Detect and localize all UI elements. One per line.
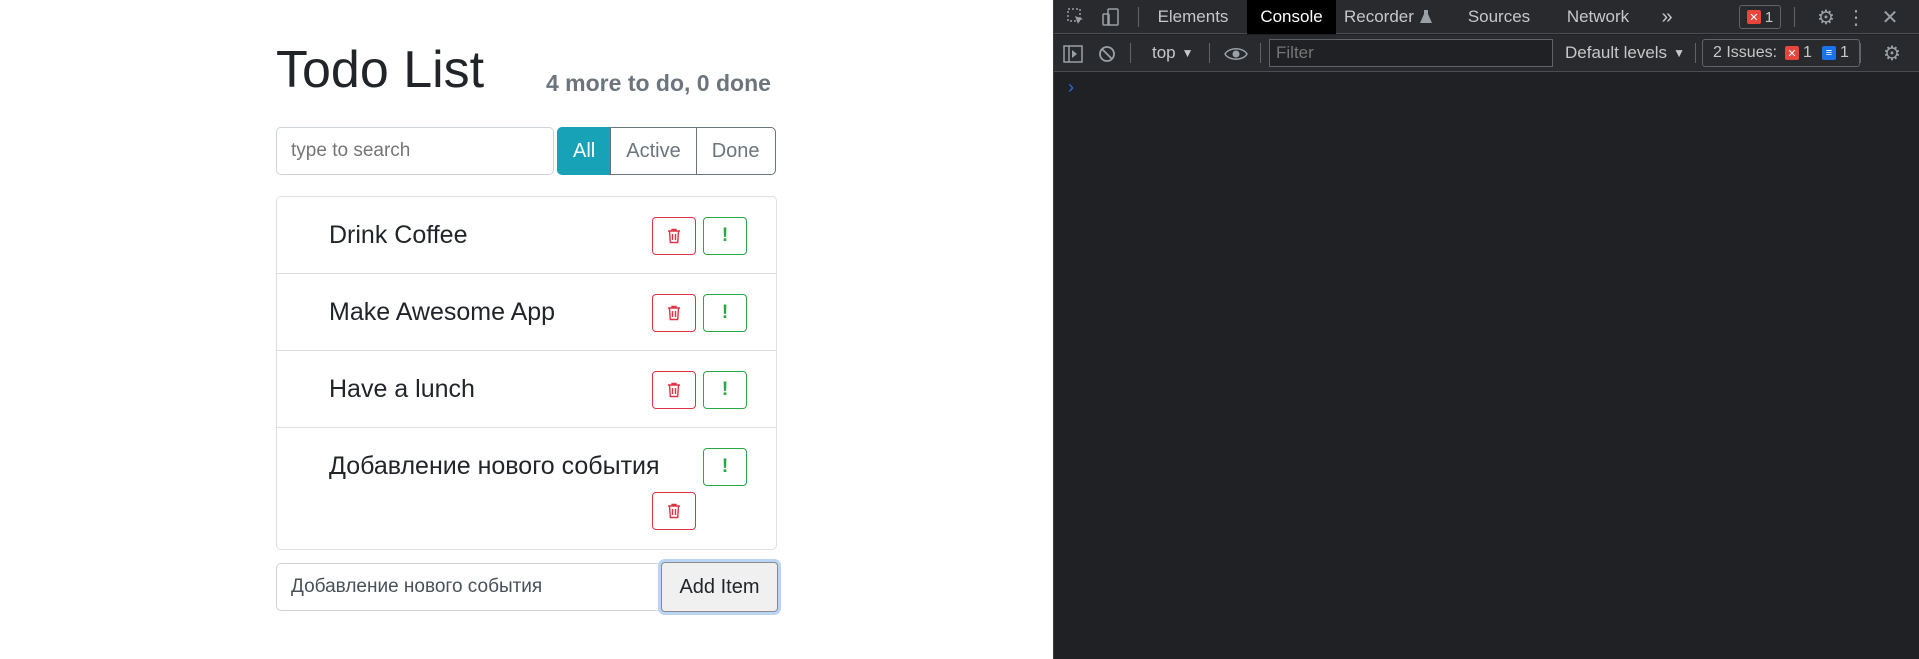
settings-gear-icon[interactable]: ⚙ xyxy=(1814,5,1838,29)
todo-label[interactable]: Drink Coffee xyxy=(329,221,468,250)
device-toolbar-icon[interactable] xyxy=(1099,5,1123,29)
filter-active-button[interactable]: Active xyxy=(610,127,697,175)
todo-list-item: Make Awesome App ! xyxy=(277,274,776,351)
todo-label[interactable]: Добавление нового события xyxy=(329,452,660,481)
todo-status-summary: 4 more to do, 0 done xyxy=(546,70,771,96)
clear-console-icon[interactable] xyxy=(1096,43,1118,65)
divider xyxy=(1794,7,1795,27)
error-count-badge[interactable]: ✕ 1 xyxy=(1739,5,1781,29)
console-prompt-icon: › xyxy=(1068,77,1074,97)
todo-label[interactable]: Have a lunch xyxy=(329,375,475,404)
status-filter: All Active Done xyxy=(557,127,776,175)
divider xyxy=(1130,43,1131,63)
delete-todo-button[interactable] xyxy=(652,217,696,255)
context-value: top xyxy=(1152,43,1176,62)
issues-label: 2 Issues: xyxy=(1713,44,1778,61)
log-levels-label: Default levels xyxy=(1565,43,1668,62)
trash-icon xyxy=(668,503,680,519)
issues-error-count: 1 xyxy=(1803,44,1812,61)
mark-important-button[interactable]: ! xyxy=(703,217,747,255)
dropdown-caret-icon: ▼ xyxy=(1181,46,1194,60)
info-message-icon: ≡ xyxy=(1821,46,1836,60)
divider xyxy=(1860,43,1861,63)
console-settings-gear-icon[interactable]: ⚙ xyxy=(1880,41,1904,65)
delete-todo-button[interactable] xyxy=(652,294,696,332)
devtools-tab-bar: Elements Console Recorder Sources Networ… xyxy=(1054,0,1919,34)
dropdown-caret-icon: ▼ xyxy=(1673,46,1685,60)
divider xyxy=(1260,43,1261,63)
error-count: 1 xyxy=(1764,8,1774,26)
mark-important-button[interactable]: ! xyxy=(703,294,747,332)
divider xyxy=(1695,43,1696,63)
todo-list-item: Have a lunch ! xyxy=(277,351,776,428)
tab-console[interactable]: Console xyxy=(1247,0,1336,34)
tab-elements[interactable]: Elements xyxy=(1151,0,1235,34)
divider xyxy=(1209,43,1210,63)
todo-list: Drink Coffee ! Make Awesome App ! Have a… xyxy=(276,196,777,550)
filter-done-button[interactable]: Done xyxy=(695,127,776,175)
mark-important-button[interactable]: ! xyxy=(703,371,747,409)
tab-recorder[interactable]: Recorder xyxy=(1344,0,1454,34)
issues-button[interactable]: 2 Issues: ✕ 1 ≡ 1 xyxy=(1702,39,1860,67)
trash-icon xyxy=(668,382,680,398)
add-item-button[interactable]: Add Item xyxy=(661,562,778,612)
divider xyxy=(1138,7,1139,27)
mark-important-button[interactable]: ! xyxy=(703,448,747,486)
page-title: Todo List xyxy=(276,41,485,99)
tab-recorder-label: Recorder xyxy=(1344,7,1414,26)
context-selector[interactable]: top ▼ xyxy=(1152,35,1194,71)
inspect-element-icon[interactable] xyxy=(1064,5,1088,29)
trash-icon xyxy=(668,228,680,244)
exclamation-icon: ! xyxy=(721,302,729,323)
exclamation-icon: ! xyxy=(721,225,729,246)
todo-label[interactable]: Make Awesome App xyxy=(329,298,555,327)
sidebar-toggle-icon[interactable] xyxy=(1062,43,1084,65)
console-filter-input[interactable] xyxy=(1269,39,1553,67)
experiment-flask-icon xyxy=(1419,10,1432,23)
todo-list-item: Drink Coffee ! xyxy=(277,197,776,274)
exclamation-icon: ! xyxy=(721,456,729,477)
error-icon: ✕ xyxy=(1785,46,1800,60)
live-expression-eye-icon[interactable] xyxy=(1222,43,1250,65)
error-icon: ✕ xyxy=(1746,10,1761,24)
exclamation-icon: ! xyxy=(721,379,729,400)
console-output[interactable]: › xyxy=(1054,73,1919,659)
more-options-icon[interactable]: ⋮ xyxy=(1846,5,1866,29)
tab-network[interactable]: Network xyxy=(1558,0,1638,34)
devtools-panel: Elements Console Recorder Sources Networ… xyxy=(1053,0,1919,659)
trash-icon xyxy=(668,305,680,321)
new-item-input[interactable] xyxy=(276,563,662,611)
issues-info-count: 1 xyxy=(1839,44,1849,61)
tab-sources[interactable]: Sources xyxy=(1464,0,1534,34)
delete-todo-button[interactable] xyxy=(652,492,696,530)
log-levels-dropdown[interactable]: Default levels ▼ xyxy=(1565,35,1685,71)
search-input[interactable] xyxy=(276,127,554,175)
more-tabs-icon[interactable]: » xyxy=(1657,0,1677,34)
todo-app: Todo List 4 more to do, 0 done All Activ… xyxy=(0,0,1053,659)
todo-list-item: Добавление нового события ! xyxy=(277,428,776,549)
console-toolbar: top ▼ Default levels ▼ 2 Issues: ✕ 1 ≡ 1… xyxy=(1054,35,1919,72)
close-devtools-icon[interactable]: ✕ xyxy=(1878,5,1902,29)
filter-all-button[interactable]: All xyxy=(557,127,612,175)
delete-todo-button[interactable] xyxy=(652,371,696,409)
